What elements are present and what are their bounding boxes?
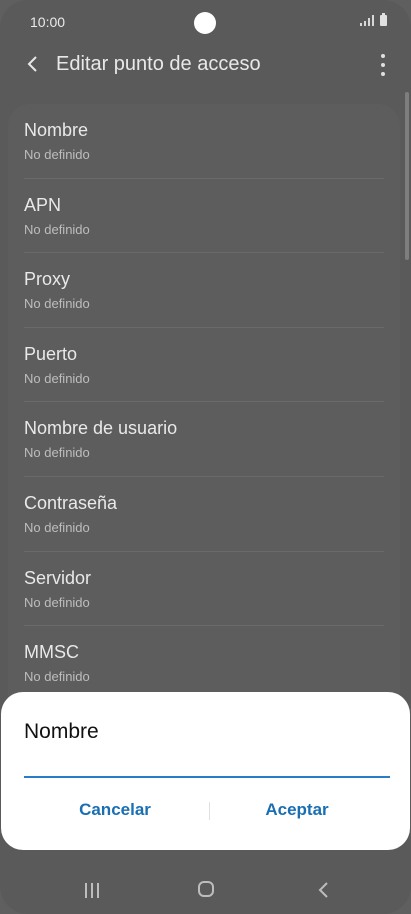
setting-value: No definido (24, 221, 90, 237)
setting-value: No definido (24, 147, 90, 162)
setting-item-puerto[interactable]: Puerto No definido (8, 328, 400, 403)
setting-title: Servidor (24, 567, 92, 588)
home-icon[interactable] (198, 881, 214, 897)
more-options-icon[interactable] (379, 54, 387, 76)
dialog-actions: Cancelar Aceptar (1, 800, 410, 824)
setting-value: No definido (24, 594, 90, 610)
setting-value: No definido (24, 519, 90, 535)
setting-item-nombre[interactable]: Nombre No definido (8, 104, 400, 179)
setting-title: MMSC (24, 642, 79, 663)
status-bar: 10:00 (0, 0, 411, 44)
setting-title: Puerto (24, 343, 78, 364)
status-time: 10:00 (30, 14, 66, 30)
setting-title: Proxy (24, 269, 71, 290)
setting-item-apn[interactable]: APN No definido (8, 179, 400, 254)
status-icons (360, 13, 387, 26)
setting-title: APN (24, 194, 62, 215)
setting-title: Nombre (24, 120, 89, 140)
setting-value: No definido (24, 370, 90, 386)
setting-item-proxy[interactable]: Proxy No definido (8, 253, 400, 328)
signal-icon (360, 15, 374, 26)
page-title: Editar punto de acceso (56, 53, 261, 75)
name-input[interactable] (24, 740, 390, 778)
settings-list: Nombre No definido APN No definido Proxy… (8, 104, 400, 724)
setting-item-nombre-de-usuario[interactable]: Nombre de usuario No definido (8, 402, 400, 477)
setting-value: No definido (24, 445, 90, 461)
app-bar: Editar punto de acceso (0, 44, 411, 88)
setting-item-mmsc[interactable]: MMSC No definido (8, 626, 400, 701)
back-icon[interactable] (316, 881, 332, 899)
setting-value: No definido (24, 669, 90, 685)
front-camera (194, 12, 216, 34)
setting-title: Contraseña (24, 492, 118, 513)
navigation-bar (0, 864, 411, 914)
setting-value: No definido (24, 296, 90, 312)
setting-item-servidor[interactable]: Servidor No definido (8, 552, 400, 627)
setting-item-contrasena[interactable]: Contraseña No definido (8, 477, 400, 552)
scrollbar[interactable] (405, 92, 409, 260)
name-dialog: Nombre Cancelar Aceptar (1, 692, 410, 850)
accept-button[interactable]: Aceptar (195, 800, 399, 820)
battery-icon (380, 13, 387, 26)
setting-title: Nombre de usuario (24, 418, 178, 439)
recents-icon[interactable] (84, 882, 100, 898)
back-arrow-icon[interactable] (22, 52, 46, 76)
phone-screen: 10:00 Editar punto de acceso Nombre No d… (0, 0, 411, 914)
cancel-button[interactable]: Cancelar (13, 800, 217, 820)
